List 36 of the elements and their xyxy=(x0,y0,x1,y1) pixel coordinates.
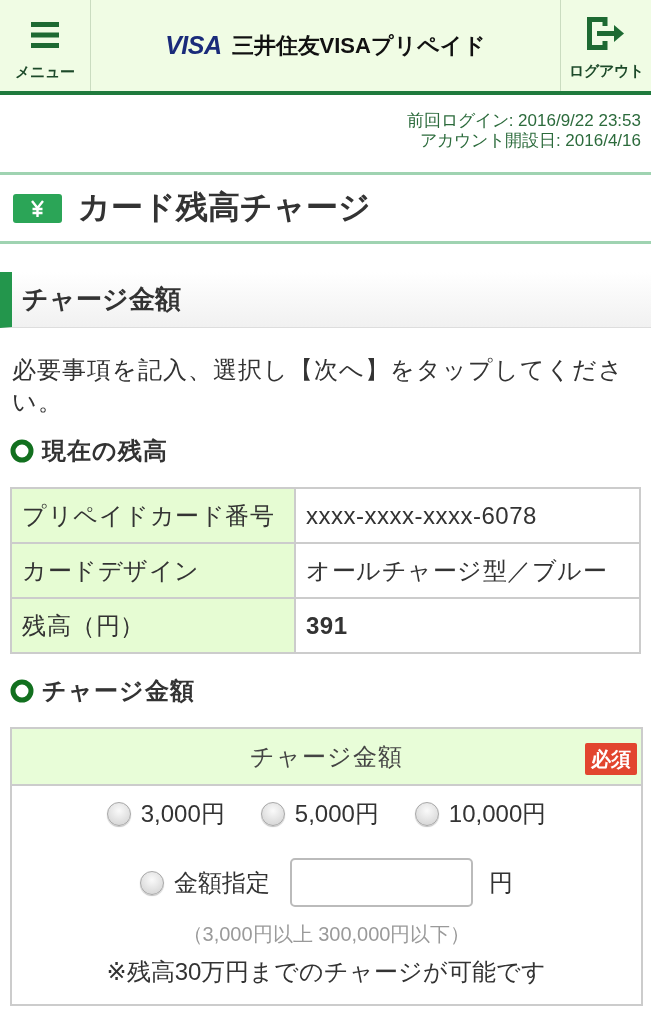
radio-button[interactable] xyxy=(260,802,285,826)
row-value-cell: xxxx-xxxx-xxxx-6078 xyxy=(295,488,640,543)
radio-button[interactable] xyxy=(140,870,164,895)
login-info-text: アカウント開設日: 2016/4/16 xyxy=(419,131,641,151)
radio-button[interactable] xyxy=(414,802,439,826)
amount-input[interactable] xyxy=(290,858,473,907)
unit-label: 円 xyxy=(489,867,513,898)
form-header-title: チャージ金額 xyxy=(250,741,403,772)
radio-label[interactable]: 金額指定 xyxy=(174,866,270,899)
radio-label[interactable]: 3,000円 xyxy=(140,798,225,830)
range-hint-text: （3,000円以上 300,000円以下） xyxy=(182,922,471,947)
section-heading: チャージ金額 xyxy=(0,272,651,328)
instruction-text: 必要事項を記入、選択し【次へ】をタップしてください。 xyxy=(11,355,625,417)
radio-label[interactable]: 5,000円 xyxy=(294,798,379,830)
subsection-title: チャージ金額 xyxy=(42,676,195,706)
row-label-cell: カードデザイン xyxy=(11,543,295,598)
menu-button[interactable]: メニュー xyxy=(0,0,91,91)
logout-icon xyxy=(587,17,625,50)
menu-icon xyxy=(31,22,59,48)
row-value-cell: オールチャージ型／ブルー xyxy=(295,543,640,598)
required-badge: 必須 xyxy=(585,743,637,775)
row-label-cell: プリペイドカード番号 xyxy=(11,488,295,543)
row-label-cell: 残高（円） xyxy=(11,598,295,653)
brand-name: 三井住友VISAプリペイド xyxy=(231,31,486,60)
radio-button[interactable] xyxy=(106,802,131,826)
radio-label[interactable]: 10,000円 xyxy=(448,798,547,830)
subsection-title: 現在の残高 xyxy=(42,436,168,466)
ring-icon xyxy=(10,679,34,703)
ring-icon xyxy=(10,439,34,463)
charge-note-text: ※残高30万円までのチャージが可能です xyxy=(106,957,547,987)
yen-icon xyxy=(13,193,62,223)
row-value-cell: 391 xyxy=(295,598,640,653)
login-info-text: 前回ログイン: 2016/9/22 23:53 xyxy=(406,111,641,131)
page-title: カード残高チャージ xyxy=(78,188,371,227)
logout-button[interactable]: ログアウト xyxy=(560,0,651,91)
brand-mark: VISA xyxy=(165,31,222,60)
